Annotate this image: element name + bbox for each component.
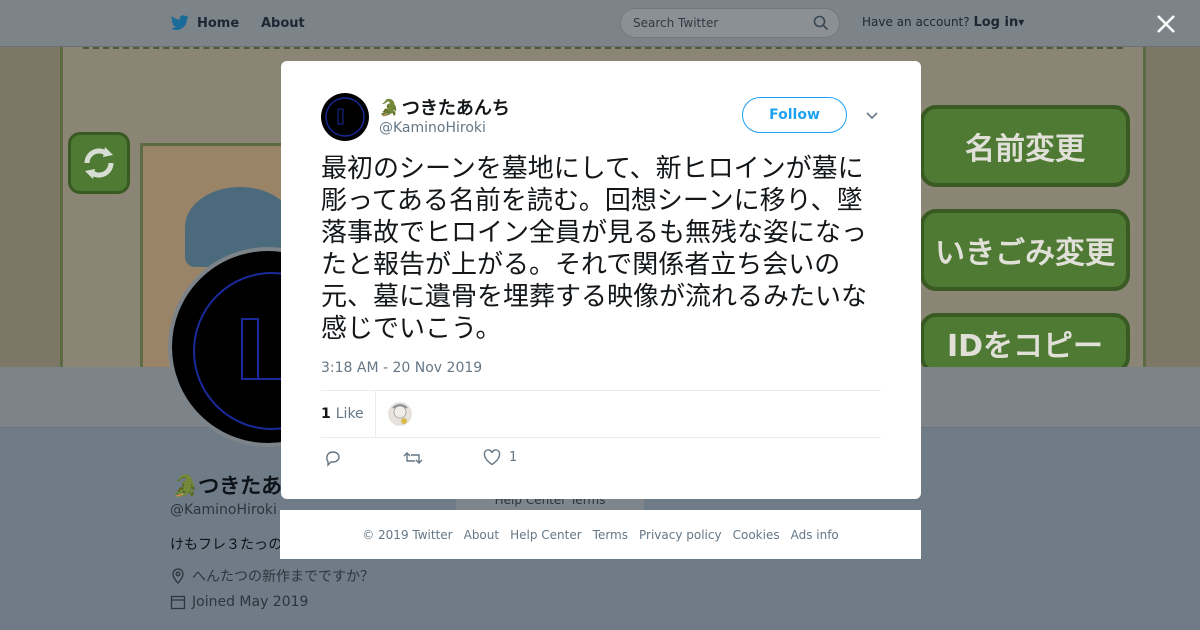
reload-icon (68, 132, 130, 194)
top-navigation-bar: Home About Search Twitter Have an accoun… (0, 0, 1200, 47)
caret-down-icon[interactable]: ▾ (1018, 15, 1024, 29)
tweet-author-name[interactable]: 🐊 つきたあんち (379, 94, 510, 120)
tweet-stats: 1 Like (321, 391, 412, 437)
tweet-modal: 🐊 つきたあんち @KaminoHiroki Follow 最初のシーンを墓地にし… (281, 61, 921, 499)
profile-handle: @KaminoHiroki (170, 502, 277, 518)
heart-icon[interactable] (483, 449, 501, 466)
location-pin-icon (172, 568, 184, 584)
nav-home-label: Home (197, 15, 240, 31)
tweet-author-avatar[interactable] (321, 93, 369, 141)
footer-link-about[interactable]: About (464, 528, 499, 542)
like-button[interactable]: 1 (483, 449, 517, 466)
search-input[interactable]: Search Twitter (633, 16, 718, 30)
calendar-icon (170, 595, 186, 610)
have-account-text: Have an account? (862, 15, 970, 29)
nav-about[interactable]: About (261, 0, 305, 46)
footer-copyright: © 2019 Twitter (362, 527, 453, 542)
retweet-button[interactable] (403, 449, 423, 467)
login-link[interactable]: Log in (973, 15, 1018, 30)
search-icon[interactable] (813, 15, 829, 31)
dragon-emoji-icon: 🐊 (379, 97, 399, 117)
nav-home[interactable]: Home (170, 0, 239, 46)
footer-link-ads-info[interactable]: Ads info (791, 528, 839, 542)
footer-link-terms[interactable]: Terms (593, 528, 628, 542)
likes-label[interactable]: Like (336, 406, 364, 422)
reply-icon[interactable] (324, 449, 342, 467)
follow-button[interactable]: Follow (742, 97, 847, 133)
tweet-timestamp[interactable]: 3:18 AM - 20 Nov 2019 (321, 360, 482, 376)
search-box[interactable]: Search Twitter (620, 8, 840, 38)
footer-link-cookies[interactable]: Cookies (733, 528, 780, 542)
profile-joined: Joined May 2019 (170, 594, 308, 610)
tweet-author-name-text: つきたあんち (401, 98, 510, 119)
profile-bio: けもフレ３たっの (170, 537, 283, 553)
stats-separator (374, 391, 376, 437)
banner-dashed-border (83, 47, 1123, 53)
banner-button-rename: 名前変更 (920, 105, 1130, 187)
banner-button-copy-id: IDをコピー (920, 313, 1130, 373)
tweet-author-handle[interactable]: @KaminoHiroki (379, 120, 486, 136)
footer-link-privacy[interactable]: Privacy policy (639, 528, 722, 542)
profile-location-text: へんたつの新作までですか？ (192, 569, 374, 585)
twitter-bird-icon (170, 15, 189, 30)
footer-link-help-center[interactable]: Help Center (510, 528, 582, 542)
profile-joined-text: Joined May 2019 (192, 594, 309, 610)
chevron-down-icon[interactable] (865, 111, 879, 121)
likes-count[interactable]: 1 (321, 406, 331, 422)
footer: © 2019 Twitter About Help Center Terms P… (280, 510, 921, 559)
dragon-emoji-icon: 🐊 (172, 474, 199, 498)
tweet-text: 最初のシーンを墓地にして、新ヒロインが墓に彫ってある名前を読む。回想シーンに移り… (321, 154, 868, 344)
banner-button-motto: いきごみ変更 (920, 209, 1130, 291)
liker-avatar[interactable] (387, 402, 412, 426)
account-prompt: Have an account? Log in▾ (862, 15, 1024, 30)
divider (321, 437, 881, 438)
close-icon[interactable] (1154, 12, 1178, 36)
reply-button[interactable] (324, 449, 342, 467)
like-count: 1 (509, 450, 518, 465)
profile-location: へんたつの新作までですか？ (170, 566, 374, 586)
retweet-icon[interactable] (403, 449, 423, 467)
